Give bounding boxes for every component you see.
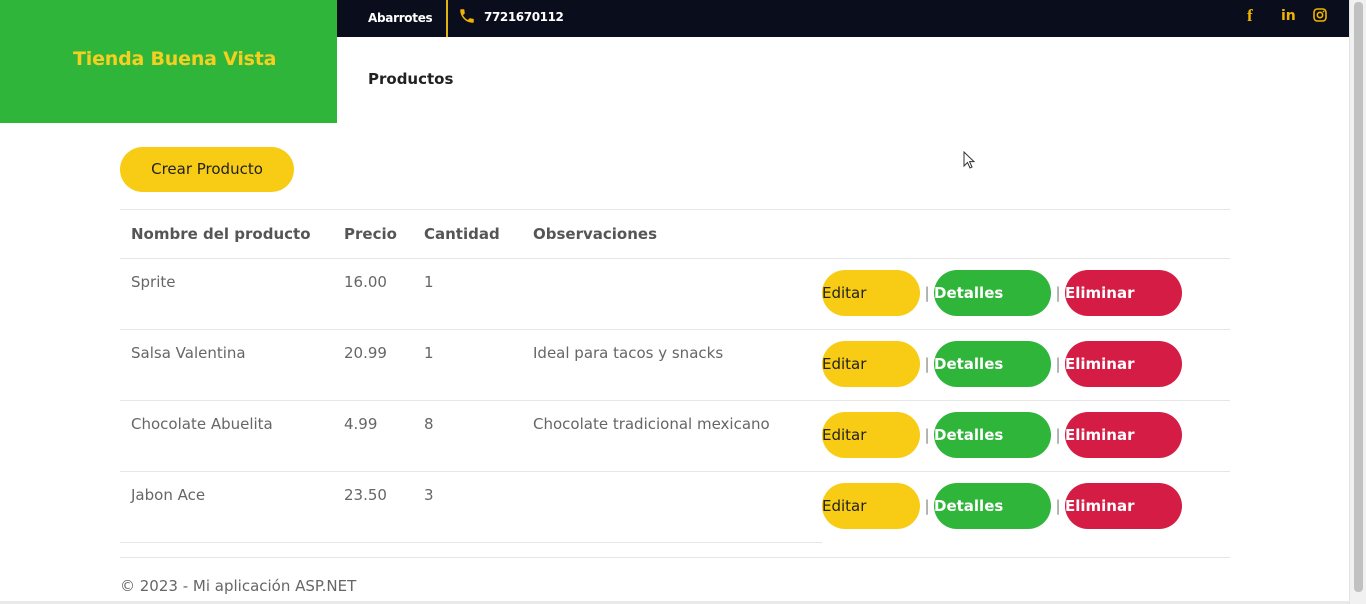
action-separator: | bbox=[924, 497, 930, 515]
cell-quantity: 3 bbox=[413, 471, 522, 543]
details-button[interactable]: Detalles bbox=[934, 483, 1051, 529]
cell-name: Sprite bbox=[120, 258, 333, 330]
details-button[interactable]: Detalles bbox=[934, 412, 1051, 458]
phone-icon bbox=[460, 9, 474, 23]
instagram-icon[interactable] bbox=[1312, 7, 1328, 23]
linkedin-icon[interactable]: in bbox=[1281, 8, 1296, 24]
cell-quantity: 1 bbox=[413, 258, 522, 330]
table-header-row: Nombre del producto Precio Cantidad Obse… bbox=[120, 209, 1230, 259]
phone-number[interactable]: 7721670112 bbox=[484, 10, 564, 24]
edit-button[interactable]: Editar bbox=[822, 412, 920, 458]
action-separator: | bbox=[924, 426, 930, 444]
footer-text: © 2023 - Mi aplicación ASP.NET bbox=[120, 577, 357, 595]
action-separator: | bbox=[1055, 284, 1061, 302]
delete-button[interactable]: Eliminar bbox=[1065, 483, 1182, 529]
cell-price: 16.00 bbox=[333, 258, 413, 330]
cell-price: 23.50 bbox=[333, 471, 413, 543]
cell-observations bbox=[522, 258, 822, 330]
brand-block: Tienda Buena Vista bbox=[0, 0, 337, 123]
cell-observations bbox=[522, 471, 822, 543]
cell-name: Salsa Valentina bbox=[120, 329, 333, 401]
row-actions: Editar | Detalles | Eliminar bbox=[822, 329, 1230, 401]
details-button[interactable]: Detalles bbox=[934, 270, 1051, 316]
row-actions: Editar | Detalles | Eliminar bbox=[822, 400, 1230, 472]
details-button[interactable]: Detalles bbox=[934, 341, 1051, 387]
header-quantity: Cantidad bbox=[413, 209, 522, 259]
products-table: Nombre del producto Precio Cantidad Obse… bbox=[120, 209, 1230, 543]
header-name: Nombre del producto bbox=[120, 209, 333, 259]
mouse-cursor-icon bbox=[963, 151, 976, 169]
create-product-button[interactable]: Crear Producto bbox=[120, 147, 294, 192]
table-row: Chocolate Abuelita 4.99 8 Chocolate trad… bbox=[120, 400, 1230, 472]
edit-button[interactable]: Editar bbox=[822, 270, 920, 316]
top-bar: Abarrotes 7721670112 f in bbox=[337, 0, 1349, 37]
cell-observations: Chocolate tradicional mexicano bbox=[522, 400, 822, 472]
action-separator: | bbox=[1055, 426, 1061, 444]
delete-button[interactable]: Eliminar bbox=[1065, 341, 1182, 387]
row-actions: Editar | Detalles | Eliminar bbox=[822, 472, 1230, 543]
cell-price: 20.99 bbox=[333, 329, 413, 401]
cell-observations: Ideal para tacos y snacks bbox=[522, 329, 822, 401]
delete-button[interactable]: Eliminar bbox=[1065, 270, 1182, 316]
table-row: Salsa Valentina 20.99 1 Ideal para tacos… bbox=[120, 329, 1230, 401]
table-row: Jabon Ace 23.50 3 Editar | Detalles | Elimin… bbox=[120, 471, 1230, 543]
table-row: Sprite 16.00 1 Editar | Detalles | Eliminar bbox=[120, 258, 1230, 330]
cell-quantity: 8 bbox=[413, 400, 522, 472]
header-observations: Observaciones bbox=[522, 209, 822, 259]
cell-name: Chocolate Abuelita bbox=[120, 400, 333, 472]
vertical-scrollbar[interactable] bbox=[1349, 0, 1366, 604]
brand-name[interactable]: Tienda Buena Vista bbox=[73, 48, 276, 70]
store-type-label: Abarrotes bbox=[368, 11, 433, 25]
delete-button[interactable]: Eliminar bbox=[1065, 412, 1182, 458]
facebook-icon[interactable]: f bbox=[1247, 6, 1253, 26]
cell-name: Jabon Ace bbox=[120, 471, 333, 543]
cell-price: 4.99 bbox=[333, 400, 413, 472]
page-title[interactable]: Productos bbox=[368, 70, 453, 88]
action-separator: | bbox=[924, 284, 930, 302]
row-actions: Editar | Detalles | Eliminar bbox=[822, 258, 1230, 330]
footer-divider bbox=[120, 557, 1230, 558]
header-actions bbox=[822, 209, 1230, 259]
action-separator: | bbox=[924, 355, 930, 373]
cell-quantity: 1 bbox=[413, 329, 522, 401]
action-separator: | bbox=[1055, 497, 1061, 515]
scrollbar-thumb[interactable] bbox=[1354, 2, 1363, 592]
header-price: Precio bbox=[333, 209, 413, 259]
edit-button[interactable]: Editar bbox=[822, 341, 920, 387]
topbar-divider bbox=[446, 0, 448, 37]
action-separator: | bbox=[1055, 355, 1061, 373]
edit-button[interactable]: Editar bbox=[822, 483, 920, 529]
